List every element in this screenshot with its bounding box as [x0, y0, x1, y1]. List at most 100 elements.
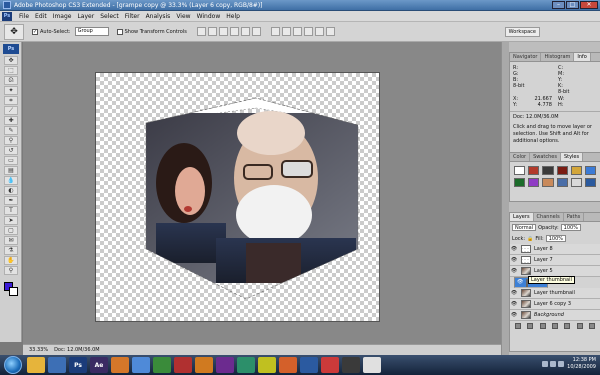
lasso-tool-icon[interactable]: ᘏ: [4, 76, 18, 85]
style-swatch[interactable]: [542, 166, 554, 175]
crop-tool-icon[interactable]: ⌗: [4, 96, 18, 105]
taskbar-app-icon[interactable]: [279, 357, 297, 373]
align-left-icon[interactable]: [229, 27, 239, 36]
taskbar-app-icon[interactable]: [237, 357, 255, 373]
taskbar-app-icon[interactable]: Ae: [90, 357, 108, 373]
new-group-icon[interactable]: [564, 323, 571, 329]
blur-tool-icon[interactable]: 💧: [4, 176, 18, 185]
layer-thumbnail[interactable]: [521, 300, 531, 308]
close-button[interactable]: ✕: [580, 1, 598, 9]
align-vcenter-icon[interactable]: [207, 27, 217, 36]
adjustment-layer-icon[interactable]: [551, 323, 558, 329]
move-tool-icon[interactable]: ✥: [4, 56, 18, 65]
history-brush-icon[interactable]: ↺: [4, 146, 18, 155]
align-top-icon[interactable]: [196, 27, 206, 36]
style-swatch[interactable]: [514, 178, 526, 187]
auto-select-checkbox[interactable]: ✓ Auto-Select:: [32, 28, 71, 35]
start-button[interactable]: [4, 356, 22, 374]
canvas-area[interactable]: [23, 42, 501, 344]
align-hcenter-icon[interactable]: [240, 27, 250, 36]
taskbar-app-icon[interactable]: [300, 357, 318, 373]
gradient-tool-icon[interactable]: ▤: [4, 166, 18, 175]
visibility-eye-icon[interactable]: 👁: [510, 312, 518, 318]
minimize-button[interactable]: –: [552, 1, 565, 9]
layer-thumbnail[interactable]: [521, 267, 531, 275]
move-tool-preset-icon[interactable]: ✥: [4, 23, 24, 40]
lock-icon[interactable]: 🔒: [527, 236, 533, 242]
taskbar-app-icon[interactable]: [363, 357, 381, 373]
trash-icon[interactable]: [588, 323, 595, 329]
clone-stamp-icon[interactable]: ⚲: [4, 136, 18, 145]
layer-row[interactable]: 👁 Layer 8: [510, 244, 600, 255]
slice-tool-icon[interactable]: ⟋: [4, 106, 18, 115]
menu-image[interactable]: Image: [50, 13, 75, 20]
taskbar-app-icon[interactable]: [153, 357, 171, 373]
distribute-top-icon[interactable]: [270, 27, 280, 36]
tab-paths[interactable]: Paths: [564, 213, 585, 221]
taskbar-app-icon[interactable]: [174, 357, 192, 373]
menu-filter[interactable]: Filter: [122, 13, 143, 20]
brush-tool-icon[interactable]: ✎: [4, 126, 18, 135]
menu-view[interactable]: View: [173, 13, 193, 20]
style-swatch[interactable]: [528, 178, 540, 187]
background-color-swatch[interactable]: [9, 287, 18, 296]
magic-wand-icon[interactable]: ✦: [4, 86, 18, 95]
menu-edit[interactable]: Edit: [32, 13, 50, 20]
layer-row[interactable]: 👁 Layer 6 copy 3: [510, 299, 600, 310]
zoom-tool-icon[interactable]: ⚲: [4, 266, 18, 275]
tab-channels[interactable]: Channels: [534, 213, 564, 221]
layer-row[interactable]: 👁 Background: [510, 310, 600, 321]
layer-thumbnail[interactable]: [521, 311, 531, 319]
distribute-right-icon[interactable]: [325, 27, 335, 36]
menu-analysis[interactable]: Analysis: [143, 13, 174, 20]
healing-brush-icon[interactable]: ✚: [4, 116, 18, 125]
tray-network-icon[interactable]: [542, 361, 548, 367]
menu-file[interactable]: File: [16, 13, 32, 20]
distribute-left-icon[interactable]: [303, 27, 313, 36]
marquee-tool-icon[interactable]: ⬚: [4, 66, 18, 75]
layer-row[interactable]: 👁 Layer 7: [510, 255, 600, 266]
distribute-bottom-icon[interactable]: [292, 27, 302, 36]
auto-select-dropdown[interactable]: Group: [74, 27, 109, 36]
document-canvas[interactable]: [95, 72, 380, 322]
layer-style-icon[interactable]: [527, 323, 534, 329]
visibility-eye-icon[interactable]: 👁: [510, 268, 518, 274]
zoom-level[interactable]: 33.33%: [29, 347, 48, 353]
style-swatch[interactable]: [514, 166, 526, 175]
dodge-tool-icon[interactable]: ◐: [4, 186, 18, 195]
style-swatch[interactable]: [584, 178, 596, 187]
taskbar-app-icon[interactable]: [48, 357, 66, 373]
distribute-vcenter-icon[interactable]: [281, 27, 291, 36]
hand-tool-icon[interactable]: ✋: [4, 256, 18, 265]
style-swatch[interactable]: [556, 166, 568, 175]
visibility-eye-icon[interactable]: 👁: [510, 257, 518, 263]
style-swatch[interactable]: [542, 178, 554, 187]
pen-tool-icon[interactable]: ✒: [4, 196, 18, 205]
tab-swatches[interactable]: Swatches: [530, 153, 561, 161]
style-swatch[interactable]: [584, 166, 596, 175]
style-swatch[interactable]: [570, 166, 582, 175]
menu-select[interactable]: Select: [97, 13, 122, 20]
link-layers-icon[interactable]: [515, 323, 522, 329]
tab-info[interactable]: Info: [574, 53, 591, 61]
path-selection-icon[interactable]: ➤: [4, 216, 18, 225]
notes-tool-icon[interactable]: ✉: [4, 236, 18, 245]
clock[interactable]: 12:38 PM 10/28/2009: [567, 357, 596, 371]
layer-mask-icon[interactable]: [539, 323, 546, 329]
blend-mode-dropdown[interactable]: Normal: [512, 224, 537, 231]
visibility-eye-icon[interactable]: 👁: [510, 301, 518, 307]
workspace-button[interactable]: Workspace: [504, 27, 540, 37]
layer-thumbnail[interactable]: [521, 245, 531, 253]
align-right-icon[interactable]: [251, 27, 261, 36]
show-transform-checkbox[interactable]: Show Transform Controls: [116, 28, 187, 35]
align-bottom-icon[interactable]: [218, 27, 228, 36]
fill-input[interactable]: 100%: [545, 235, 566, 242]
taskbar-app-icon[interactable]: [195, 357, 213, 373]
taskbar-app-icon[interactable]: [216, 357, 234, 373]
distribute-hcenter-icon[interactable]: [314, 27, 324, 36]
taskbar-app-icon[interactable]: [27, 357, 45, 373]
eyedropper-icon[interactable]: ⚗: [4, 246, 18, 255]
shape-tool-icon[interactable]: ▢: [4, 226, 18, 235]
taskbar-app-icon[interactable]: [321, 357, 339, 373]
tab-styles[interactable]: Styles: [560, 153, 584, 161]
